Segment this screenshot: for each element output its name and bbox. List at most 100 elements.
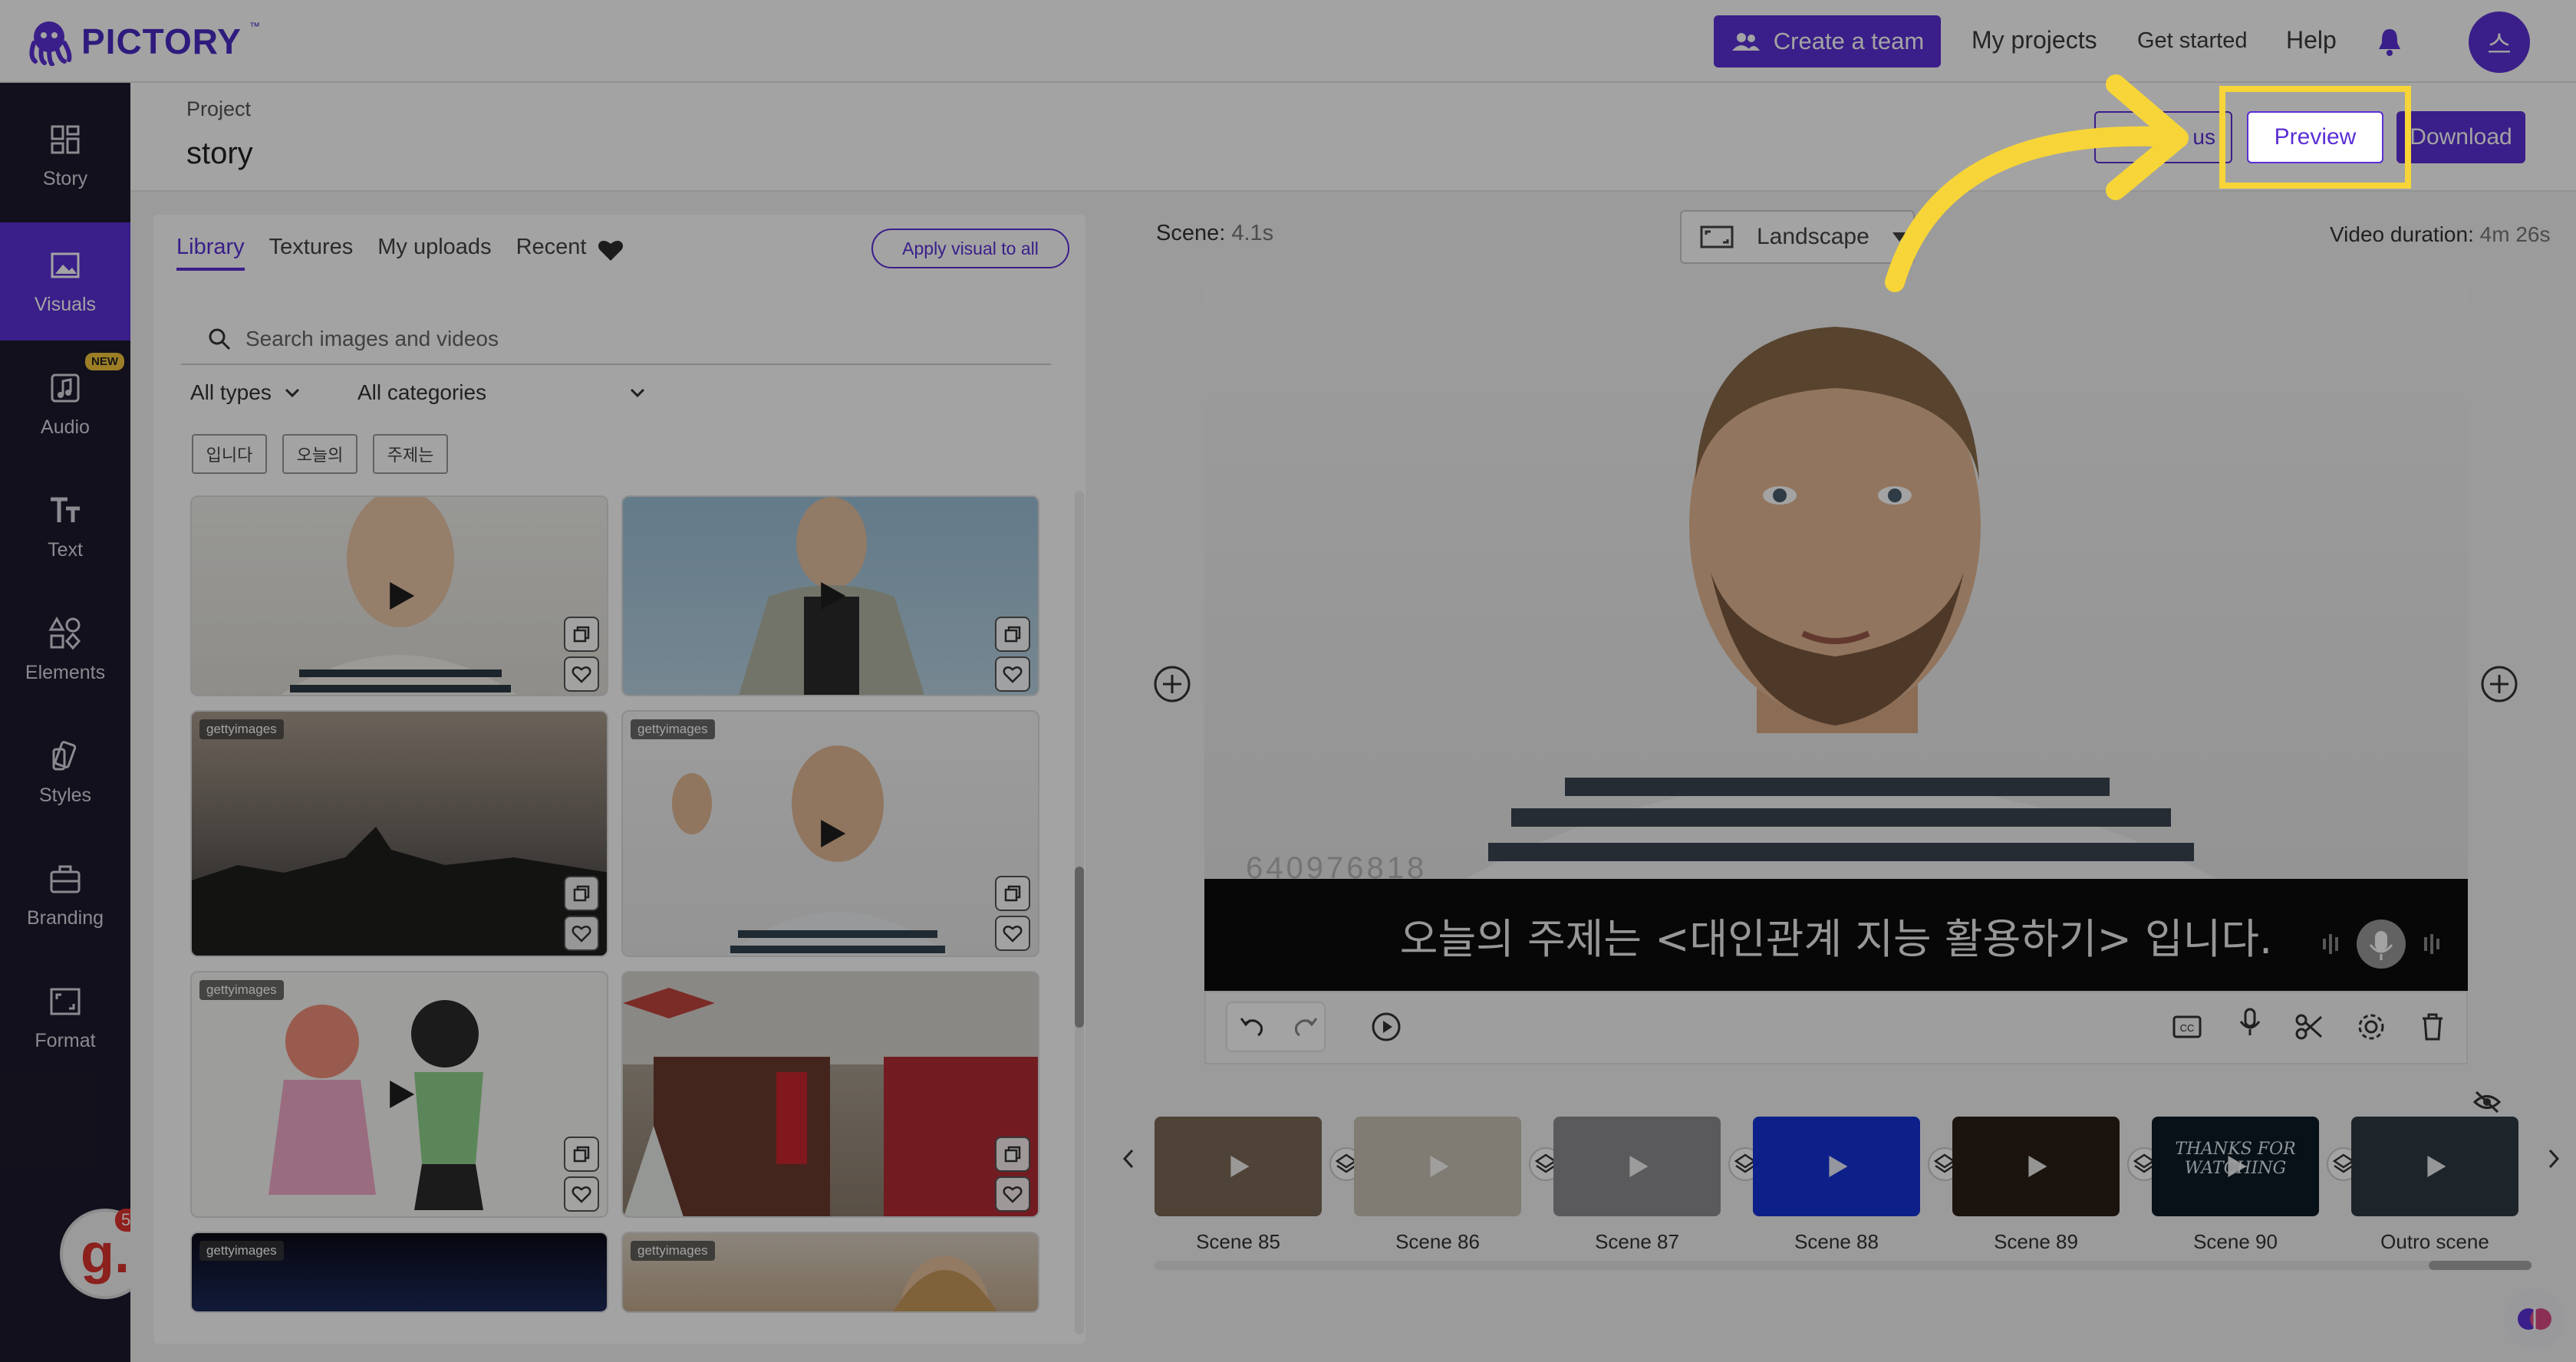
sidebar-item-visuals[interactable]: Visuals: [0, 222, 130, 340]
pictory-logo[interactable]: PICTORY ™: [25, 14, 260, 69]
scene-name-label: Scene 85: [1196, 1230, 1280, 1253]
voice-mic-icon[interactable]: [2318, 917, 2444, 971]
play-icon: [2427, 1156, 2446, 1177]
sidebar-label-format: Format: [35, 1029, 96, 1051]
media-thumbnail[interactable]: [190, 495, 608, 696]
duplicate-icon[interactable]: [995, 617, 1030, 652]
duplicate-icon[interactable]: [564, 1137, 599, 1172]
sidebar-item-elements[interactable]: Elements: [0, 591, 130, 709]
settings-gear-icon[interactable]: [2355, 1011, 2387, 1043]
sidebar-item-styles[interactable]: Styles: [0, 713, 130, 831]
hide-eye-icon[interactable]: [2472, 1089, 2502, 1115]
media-thumbnail[interactable]: gettyimages: [190, 971, 608, 1218]
tab-textures[interactable]: Textures: [269, 235, 354, 271]
voiceover-mic-icon[interactable]: [2234, 1006, 2266, 1038]
duplicate-icon[interactable]: [995, 1137, 1030, 1172]
keyword-chip[interactable]: 주제는: [373, 434, 448, 474]
duplicate-icon[interactable]: [995, 876, 1030, 911]
project-label: Project: [186, 97, 252, 120]
media-thumbnail[interactable]: gettyimages: [190, 710, 608, 957]
city-skyline-thumbnail-art: [192, 827, 607, 956]
search-input[interactable]: Search images and videos: [181, 314, 1051, 365]
play-icon: [1829, 1156, 1848, 1177]
keyword-chip[interactable]: 오늘의: [282, 434, 357, 474]
help-link[interactable]: Help: [2286, 26, 2337, 54]
scene-thumbnail[interactable]: THANKS FOR WATCHING: [2152, 1117, 2319, 1216]
redo-icon[interactable]: [1289, 1011, 1321, 1043]
play-icon: [2028, 1156, 2047, 1177]
play-icon: [389, 582, 414, 610]
tab-library[interactable]: Library: [176, 235, 245, 271]
play-preview-icon[interactable]: [1370, 1011, 1402, 1043]
project-title[interactable]: story: [186, 137, 253, 171]
scene-name-label: Scene 89: [1994, 1230, 2078, 1253]
favorite-heart-icon[interactable]: [564, 656, 599, 692]
search-placeholder: Search images and videos: [245, 327, 499, 350]
format-icon: [50, 988, 81, 1015]
video-preview-canvas[interactable]: [1204, 281, 2468, 879]
scene-name-label: Scene 87: [1595, 1230, 1679, 1253]
media-thumbnail[interactable]: gettyimages: [621, 1232, 1039, 1313]
undo-icon[interactable]: [1237, 1011, 1269, 1043]
apply-visual-to-all-button[interactable]: Apply visual to all: [871, 229, 1069, 268]
sidebar-item-branding[interactable]: Branding: [0, 836, 130, 954]
caption-bar[interactable]: 오늘의 주제는 <대인관계 지능 활용하기> 입니다.: [1204, 879, 2468, 991]
favorite-heart-icon[interactable]: [564, 916, 599, 951]
closed-captions-icon[interactable]: CC: [2171, 1011, 2203, 1043]
assistant-brain-icon[interactable]: [2504, 1288, 2565, 1350]
scene-thumbnail[interactable]: [1553, 1117, 1721, 1216]
delete-trash-icon[interactable]: [2416, 1011, 2449, 1043]
story-grid-icon: [51, 125, 80, 153]
trademark: ™: [249, 20, 260, 32]
get-started-link[interactable]: Get started: [2137, 28, 2247, 54]
sidebar-item-text[interactable]: Text: [0, 468, 130, 586]
caption-text[interactable]: 오늘의 주제는 <대인관계 지능 활용하기> 입니다.: [1400, 905, 2272, 966]
timeline-scrollbar[interactable]: [1155, 1261, 2532, 1270]
create-team-button[interactable]: Create a team: [1714, 15, 1941, 67]
favorite-heart-icon[interactable]: [995, 1176, 1030, 1212]
scene-thumbnail[interactable]: [1354, 1117, 1521, 1216]
keyword-chip[interactable]: 입니다: [192, 434, 267, 474]
favorite-heart-icon[interactable]: [995, 656, 1030, 692]
avatar-initial: 스: [2487, 30, 2512, 60]
duplicate-icon[interactable]: [564, 876, 599, 911]
favorite-heart-icon[interactable]: [995, 916, 1030, 951]
timeline-next-icon[interactable]: [2544, 1147, 2562, 1170]
scene-thumbnail[interactable]: [1952, 1117, 2120, 1216]
scissors-split-icon[interactable]: [2294, 1011, 2326, 1043]
tab-my-uploads[interactable]: My uploads: [377, 235, 491, 271]
sidebar-item-format[interactable]: Format: [0, 959, 130, 1077]
type-filter-dropdown[interactable]: All types: [190, 380, 301, 405]
play-icon: [2228, 1156, 2247, 1177]
add-scene-before-icon[interactable]: [1152, 664, 1192, 704]
landscape-frame-icon: [1700, 225, 1734, 248]
media-thumbnail[interactable]: gettyimages: [621, 710, 1039, 957]
sidebar-item-story[interactable]: Story: [0, 97, 130, 215]
scene-thumbnail[interactable]: [1753, 1117, 1920, 1216]
bell-icon[interactable]: [2376, 26, 2403, 57]
play-icon: [1430, 1156, 1449, 1177]
timeline-prev-icon[interactable]: [1120, 1147, 1138, 1170]
chip-label: 오늘의: [296, 446, 344, 465]
sidebar-item-audio[interactable]: NEW Audio: [0, 345, 130, 463]
tab-recent[interactable]: Recent: [516, 235, 587, 271]
library-scroll-thumb[interactable]: [1075, 867, 1084, 1028]
media-thumbnail[interactable]: [621, 495, 1039, 696]
timeline-scroll-thumb[interactable]: [2429, 1261, 2532, 1270]
media-thumbnail[interactable]: [621, 971, 1039, 1218]
scene-name-label: Outro scene: [2380, 1230, 2489, 1253]
download-button[interactable]: Download: [2396, 111, 2525, 163]
scene-thumbnail[interactable]: [2351, 1117, 2518, 1216]
duplicate-icon[interactable]: [564, 617, 599, 652]
favorite-heart-icon[interactable]: [564, 1176, 599, 1212]
favorites-heart-icon[interactable]: [597, 238, 624, 262]
media-thumbnail[interactable]: gettyimages: [190, 1232, 608, 1313]
my-projects-link[interactable]: My projects: [1972, 26, 2097, 54]
sidebar-label-branding: Branding: [26, 906, 104, 929]
octopus-logo-icon: [29, 21, 72, 66]
category-filter-dropdown[interactable]: All categories: [357, 380, 646, 405]
user-avatar[interactable]: 스: [2469, 12, 2530, 73]
add-scene-after-icon[interactable]: [2479, 664, 2519, 704]
scene-thumbnail[interactable]: [1155, 1117, 1322, 1216]
text-tt-icon: [51, 497, 80, 522]
